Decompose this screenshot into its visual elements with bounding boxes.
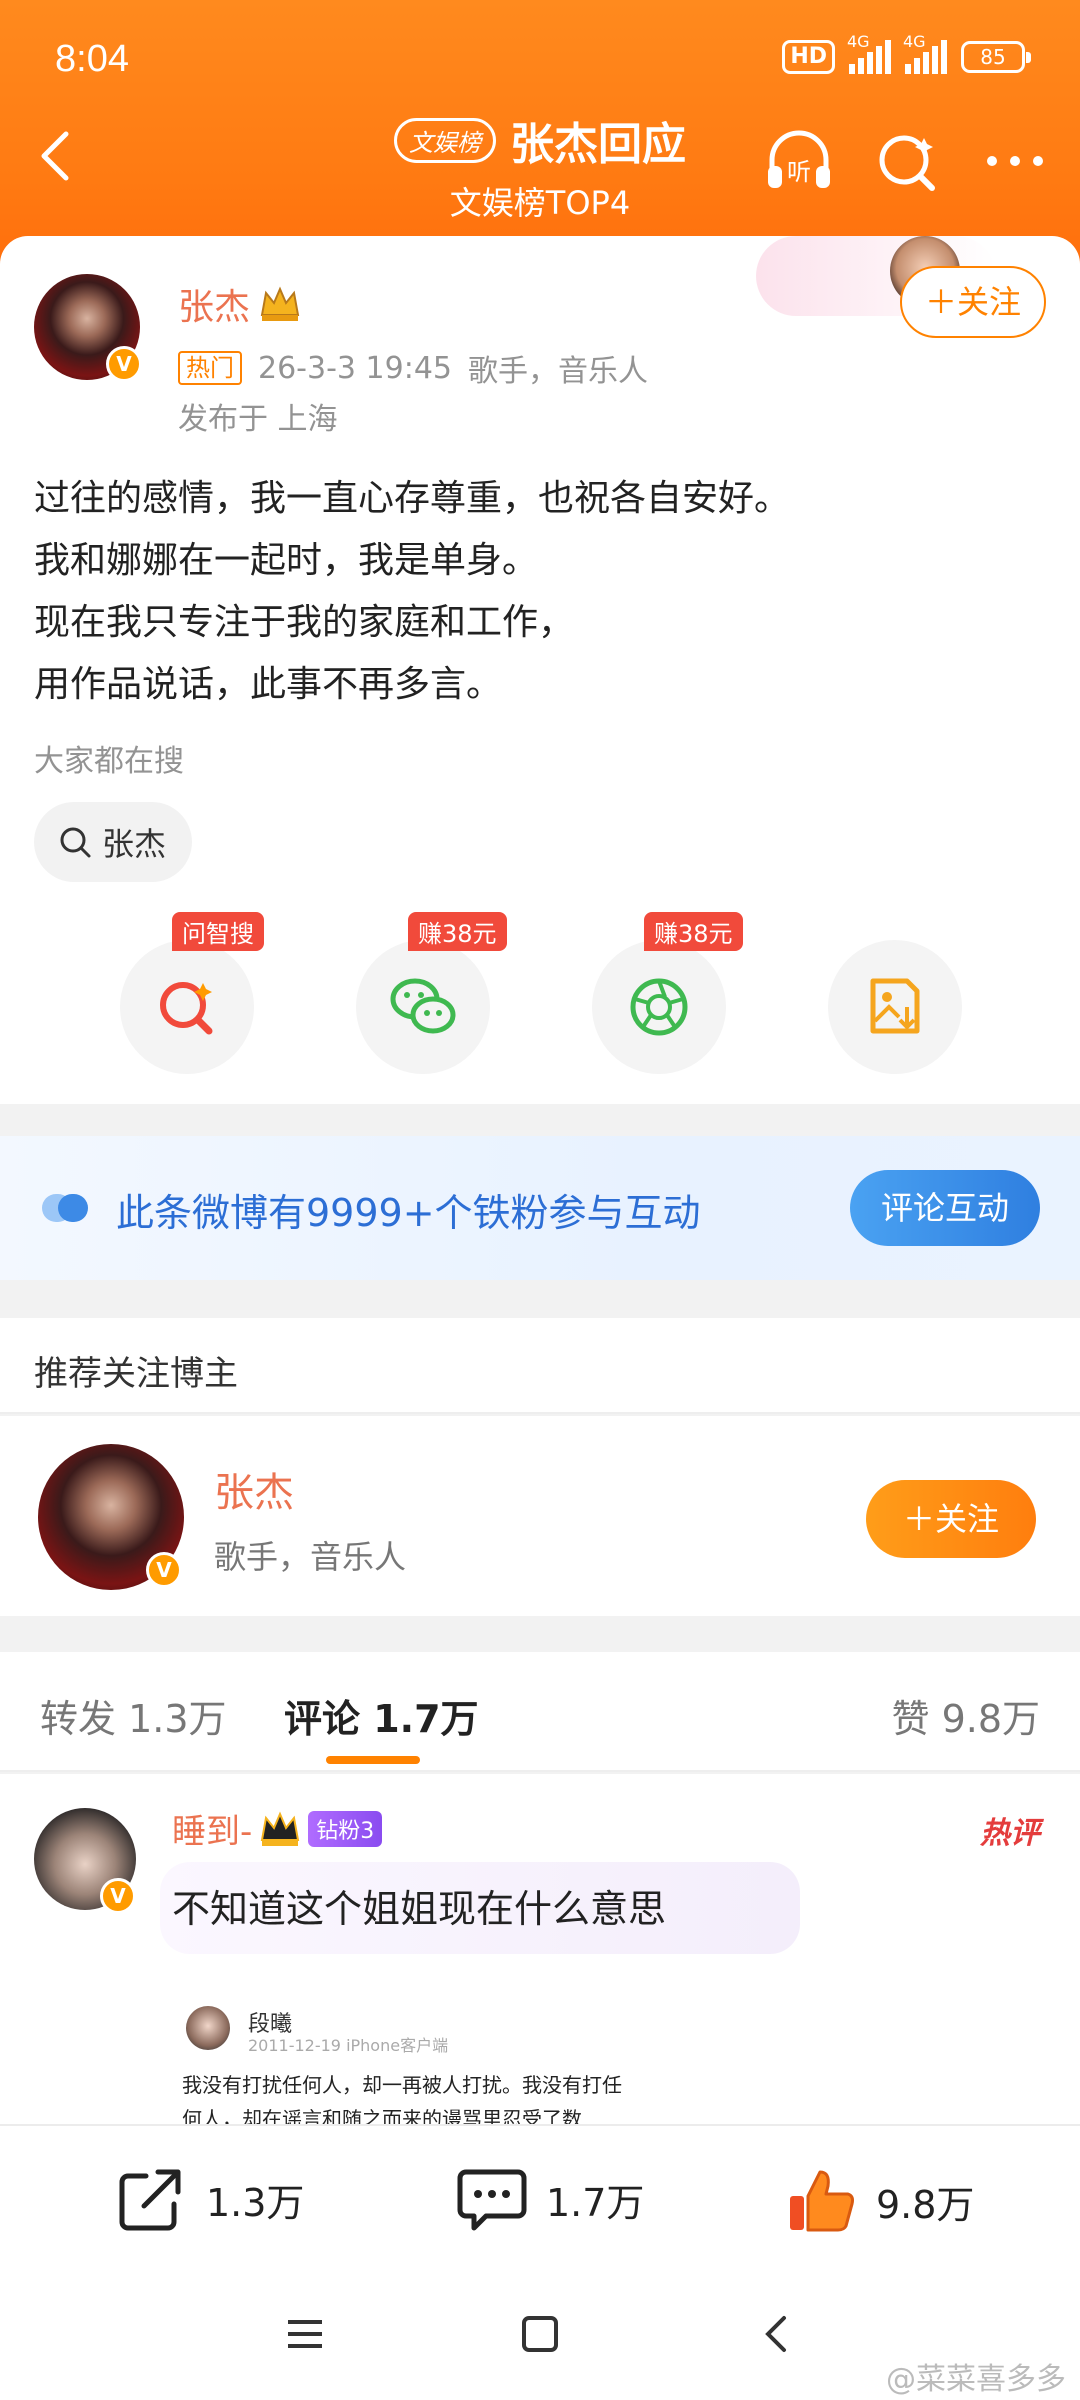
ask-search-icon [160,982,213,1035]
svg-text:听: 听 [787,158,811,186]
like-icon [790,2170,854,2232]
signal-icon: 4G [847,32,891,74]
status-icons: HD 4G 4G 85 [782,32,1031,74]
share-actions: 问智搜 赚38元 赚38元 [120,912,962,1076]
more-icon[interactable] [980,128,1050,194]
repost-count: 1.3万 [206,2180,305,2225]
page-title: 张杰回应 [510,119,686,170]
search-icon [60,827,91,858]
ask-search-button[interactable]: 问智搜 [120,912,264,1074]
content-line: 我和娜娜在一起时，我是单身。 [34,540,539,581]
follow-button[interactable]: ＋关注 [900,266,1046,338]
recommend-card[interactable]: V 张杰 歌手，音乐人 ＋关注 [0,1416,1080,1616]
hot-comment-badge: 热评 [980,1816,1040,1851]
tab-repost[interactable]: 转发 1.3万 [40,1688,227,1743]
search-icon[interactable] [872,128,942,194]
search-chip-label: 张杰 [102,825,167,863]
comment-button[interactable]: 1.7万 [456,2166,644,2232]
comment-text: 不知道这个姐姐现在什么意思 [172,1887,667,1931]
weibo-post-page: 8:04 HD 4G 4G 85 文娱榜 张杰回应 文娱榜TOP4 听 V 张杰… [0,0,1080,2400]
verified-icon: V [146,1552,182,1588]
fans-interaction-banner[interactable]: 此条微博有9999+个铁粉参与互动 评论互动 [0,1136,1080,1280]
wechat-icon [390,978,456,1034]
action-tag: 问智搜 [172,912,264,951]
bottom-action-bar: 1.3万 1.7万 9.8万 [0,2124,1080,2274]
status-time: 8:04 [55,38,129,80]
author-bio: 歌手，音乐人 [468,354,648,389]
recommend-follow-button[interactable]: ＋关注 [866,1480,1036,1558]
content-line: 用作品说话，此事不再多言。 [34,664,503,705]
status-bar: 8:04 HD 4G 4G 85 [55,32,1031,88]
hd-icon: HD [782,40,835,74]
search-chip[interactable]: 张杰 [34,802,193,882]
hot-tag: 热门 [178,351,242,385]
repost-icon [119,2169,181,2231]
signal-icon: 4G [903,32,947,74]
list-tag: 文娱榜 [394,117,496,163]
comment-count: 1.7万 [546,2180,645,2225]
tab-underline [326,1756,420,1764]
fans-banner-text: 此条微博有9999+个铁粉参与互动 [116,1191,701,1235]
back-nav-icon[interactable] [756,2314,796,2354]
watermark: @菜菜喜多多 [886,2362,1066,2397]
author-name[interactable]: 张杰 [178,278,302,330]
post-content: 过往的感情，我一直心存尊重，也祝各自安好。 我和娜娜在一起时，我是单身。 现在我… [34,468,790,716]
post-time: 26-3-3 19:45 [258,350,452,386]
repost-button[interactable]: 1.3万 [116,2166,304,2232]
recommend-name[interactable]: 张杰 [214,1460,294,1518]
battery-icon: 85 [961,41,1031,73]
recommend-header: 推荐关注博主 [0,1318,1080,1414]
comment-icon [457,2169,527,2231]
tab-comments[interactable]: 评论 1.7万 [284,1688,479,1743]
top-nav: 文娱榜 张杰回应 文娱榜TOP4 听 [0,100,1080,222]
moments-share-button[interactable]: 赚38元 [592,912,743,1074]
crown-badge-icon [260,286,300,321]
quote-meta: 2011-12-19 iPhone客户端 [248,2036,449,2055]
wechat-share-button[interactable]: 赚38元 [356,912,507,1074]
content-line: 现在我只专注于我的家庭和工作， [34,602,575,643]
interaction-tabs: 转发 1.3万 评论 1.7万 赞 9.8万 [0,1652,1080,1772]
home-icon[interactable] [520,2314,560,2354]
like-button[interactable]: 9.8万 [786,2166,974,2236]
commenter-name[interactable]: 睡到- 钻粉3 [172,1804,383,1853]
fan-badge: 钻粉3 [308,1810,383,1847]
action-tag: 赚38元 [408,912,507,951]
quote-avatar [186,2006,230,2050]
verified-icon: V [106,346,142,382]
comment-item[interactable]: V 睡到- 钻粉3 热评 不知道这个姐姐现在什么意思 段曦 2011-12-19… [0,1774,1080,2131]
moments-icon [630,978,688,1036]
listen-icon[interactable]: 听 [764,128,834,194]
recommend-desc: 歌手，音乐人 [214,1538,407,1576]
comment-interact-button[interactable]: 评论互动 [850,1170,1040,1246]
verified-icon: V [100,1878,136,1914]
save-image-button[interactable] [828,940,962,1074]
tab-likes[interactable]: 赞 9.8万 [891,1688,1040,1743]
post-card: V 张杰 热门 26-3-3 19:45 歌手，音乐人 发布于 上海 ＋关注 过… [0,236,1080,1104]
like-count: 9.8万 [876,2182,975,2227]
post-meta: 热门 26-3-3 19:45 歌手，音乐人 [178,346,648,390]
post-location: 发布于 上海 [178,402,338,437]
fans-icon [42,1194,88,1222]
action-tag: 赚38元 [644,912,743,951]
crown-badge-icon [261,1810,300,1846]
content-line: 过往的感情，我一直心存尊重，也祝各自安好。 [34,478,791,519]
search-hint: 大家都在搜 [34,744,184,779]
save-image-icon [870,978,920,1034]
menu-icon[interactable] [284,2314,326,2354]
